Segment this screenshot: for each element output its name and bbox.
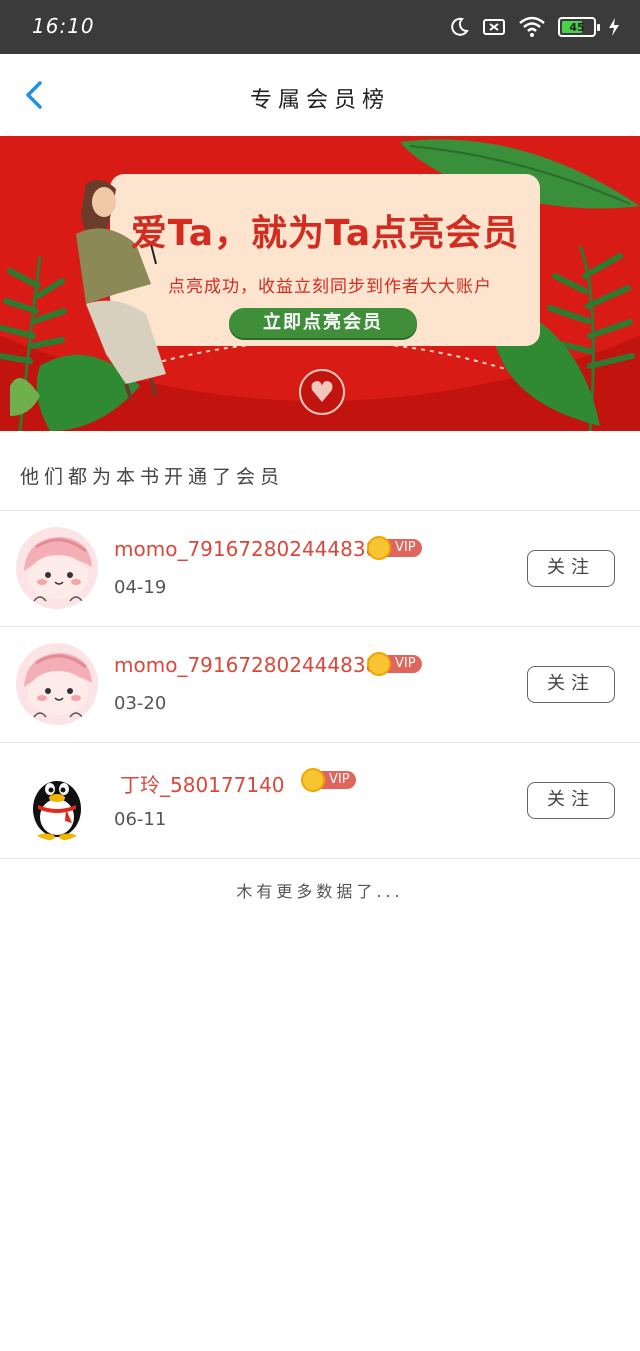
member-date: 06-11 (114, 809, 167, 830)
avatar[interactable] (16, 759, 98, 841)
battery-level: 45 (569, 20, 585, 34)
avatar[interactable] (16, 527, 98, 609)
status-bar: 16:10 45 (0, 0, 640, 54)
vip-badge: VIP (367, 536, 422, 560)
pink-cartoon-avatar-icon (16, 643, 98, 725)
list-item[interactable]: momo_791672802444838 VIP 03-20 关注 (0, 627, 640, 743)
banner-subtitle: 点亮成功，收益立刻同步到作者大大账户 (168, 277, 492, 297)
qq-penguin-avatar-icon (33, 781, 81, 841)
pink-cartoon-avatar-icon (16, 527, 98, 609)
member-name[interactable]: 丁玲_580177140 (120, 769, 285, 798)
battery-icon: 45 (558, 17, 600, 37)
status-icons: 45 (448, 12, 620, 42)
crown-icon (367, 652, 391, 676)
list-item[interactable]: 丁玲_580177140 VIP 06-11 关注 (0, 743, 640, 859)
header-bar: 专属会员榜 (0, 54, 640, 136)
vip-badge: VIP (367, 652, 422, 676)
list-item[interactable]: momo_791672802444838 VIP 04-19 关注 (0, 511, 640, 627)
crown-icon (301, 768, 325, 792)
wifi-icon (519, 16, 545, 37)
membership-banner[interactable]: 爱Ta，就为Ta点亮会员 点亮成功，收益立刻同步到作者大大账户 立即点亮会员 (0, 136, 640, 431)
moon-icon (451, 17, 469, 36)
no-sim-icon (483, 19, 505, 35)
page-title: 专属会员榜 (249, 88, 390, 113)
follow-button[interactable]: 关注 (527, 782, 615, 819)
avatar[interactable] (16, 643, 98, 725)
member-date: 04-19 (114, 577, 167, 598)
no-more-data-text: 木有更多数据了... (236, 882, 404, 901)
light-up-membership-button[interactable]: 立即点亮会员 (229, 308, 417, 338)
section-title: 他们都为本书开通了会员 (20, 466, 285, 488)
member-list: momo_791672802444838 VIP 04-19 关注 momo_7… (0, 511, 640, 859)
vip-badge: VIP (301, 768, 356, 792)
banner-headline: 爱Ta，就为Ta点亮会员 (130, 213, 520, 254)
member-name[interactable]: momo_791672802444838 (114, 653, 378, 677)
follow-button[interactable]: 关注 (527, 550, 615, 587)
charging-icon (609, 18, 619, 36)
member-date: 03-20 (114, 693, 167, 714)
follow-button[interactable]: 关注 (527, 666, 615, 703)
status-time: 16:10 (32, 14, 95, 38)
member-name[interactable]: momo_791672802444838 (114, 537, 378, 561)
crown-icon (367, 536, 391, 560)
